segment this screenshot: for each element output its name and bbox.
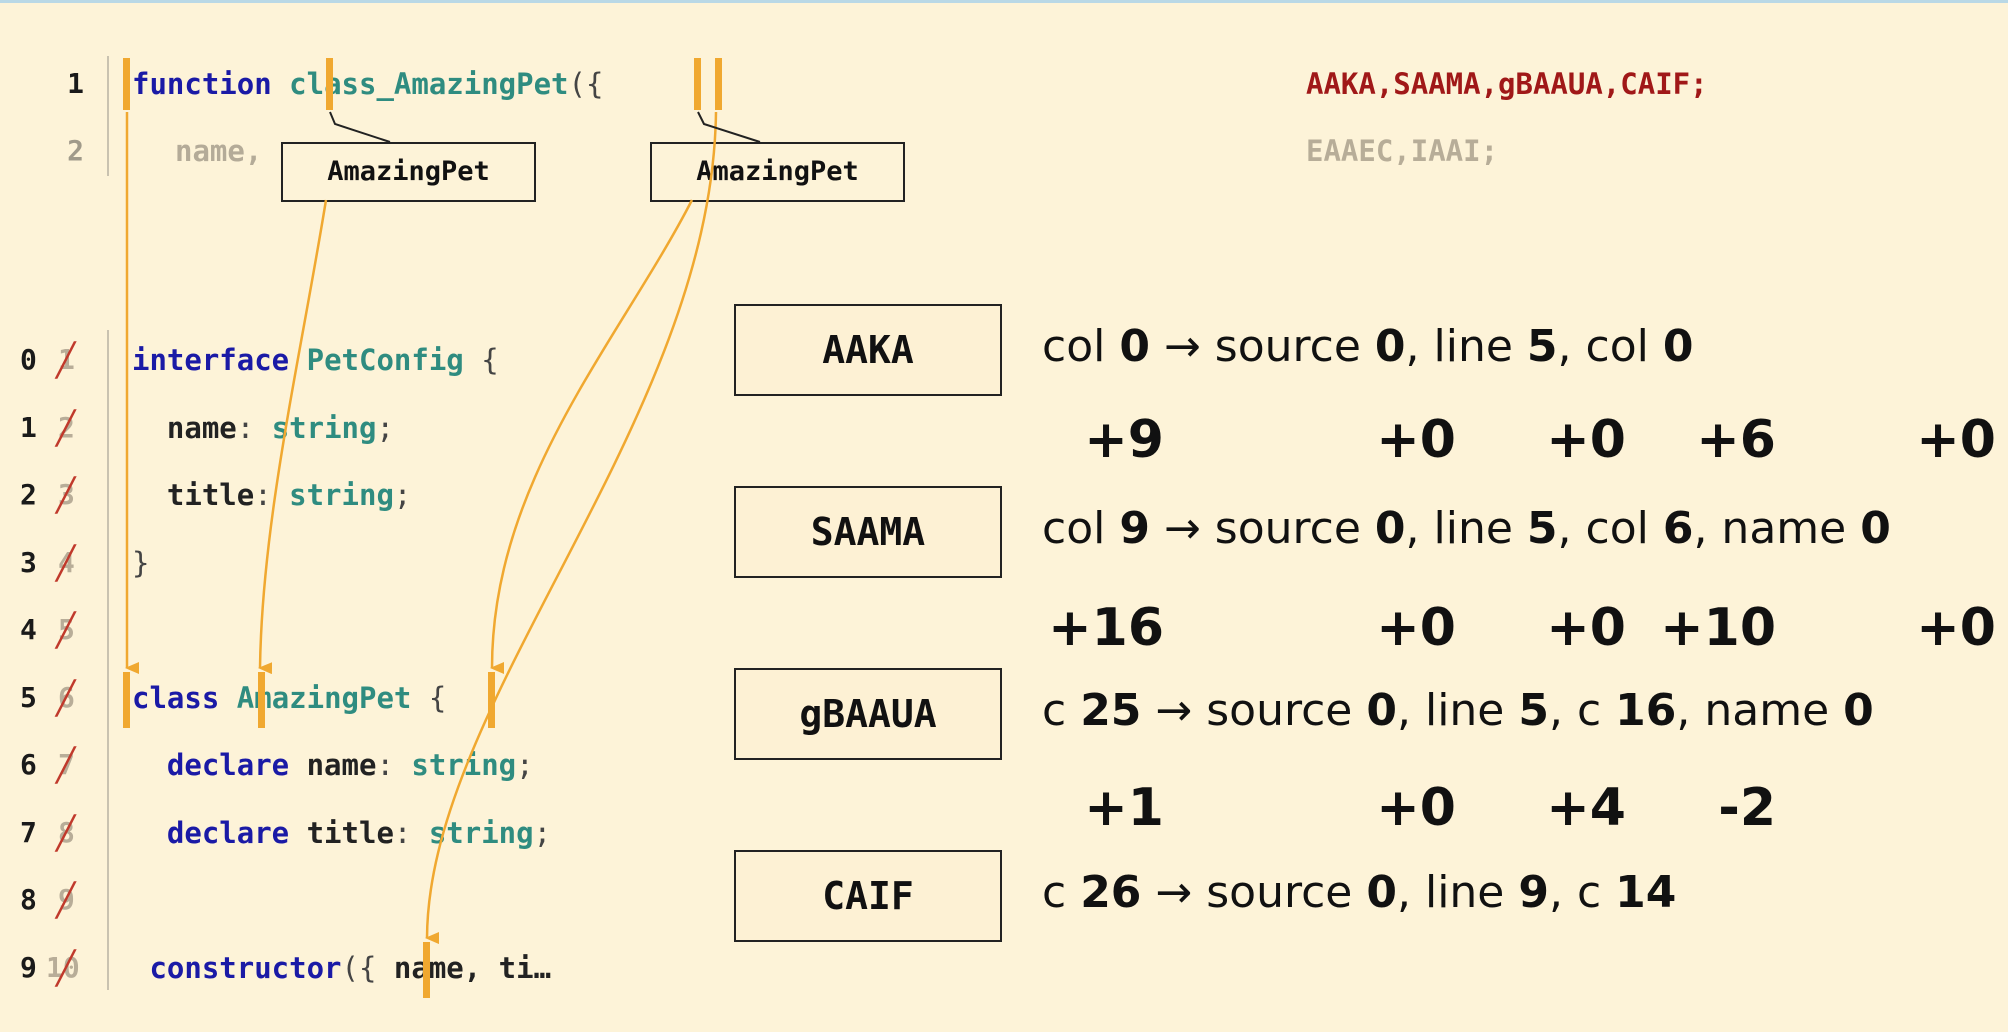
segment-decode-aaka: col 0 → source 0, line 5, col 0: [1042, 317, 1693, 377]
tooltip-pointer-2: [697, 111, 761, 143]
segment-box-caif: CAIF: [734, 850, 1002, 942]
decoded-label: , col: [1557, 503, 1663, 554]
decoded-label: , c: [1549, 867, 1616, 918]
delta-value: +16: [1048, 598, 1164, 658]
decoded-label: → source: [1141, 867, 1367, 918]
delta-value: +1: [1084, 778, 1164, 838]
delta-value: +0: [1376, 598, 1456, 658]
decoded-label: , line: [1397, 867, 1519, 918]
delta-value: +10: [1660, 598, 1776, 658]
decoded-value: 9: [1119, 503, 1150, 554]
delta-value: +0: [1546, 410, 1626, 470]
decoded-value: 6: [1662, 503, 1694, 554]
decoded-value: 5: [1526, 503, 1558, 554]
decoded-label: col: [1042, 321, 1120, 372]
decoded-value: 0: [1374, 503, 1406, 554]
delta-value: +0: [1916, 598, 1996, 658]
decoded-value: 0: [1366, 685, 1397, 736]
decoded-label: , col: [1557, 321, 1663, 372]
decoded-label: col: [1042, 503, 1120, 554]
delta-value: +9: [1084, 410, 1164, 470]
decoded-label: , name: [1676, 685, 1844, 736]
delta-value: +4: [1546, 778, 1626, 838]
decoded-value: 0: [1843, 685, 1874, 736]
segment-box-gbaaua: gBAAUA: [734, 668, 1002, 760]
delta-value: +6: [1696, 410, 1776, 470]
segment-decode-saama: col 9 → source 0, line 5, col 6, name 0: [1042, 499, 1891, 559]
decoded-value: 5: [1526, 321, 1558, 372]
tooltip-pointer-1: [329, 111, 391, 143]
decoded-value: 26: [1080, 867, 1142, 918]
decoded-label: , line: [1397, 685, 1519, 736]
delta-value: +0: [1546, 598, 1626, 658]
decoded-label: → source: [1149, 503, 1375, 554]
delta-value: +0: [1916, 410, 1996, 470]
decoded-label: c: [1042, 685, 1081, 736]
decoded-value: 5: [1518, 685, 1549, 736]
decoded-value: 9: [1518, 867, 1549, 918]
segment-box-saama: SAAMA: [734, 486, 1002, 578]
decoded-label: → source: [1141, 685, 1367, 736]
decoded-value: 25: [1080, 685, 1142, 736]
arrow-gbaaua: [490, 199, 694, 675]
decoded-value: 0: [1374, 321, 1406, 372]
segment-decode-caif: c 26 → source 0, line 9, c 14: [1042, 863, 1676, 923]
decoded-label: , c: [1549, 685, 1616, 736]
decoded-value: 0: [1366, 867, 1397, 918]
decoded-value: 14: [1615, 867, 1677, 918]
segment-box-aaka: AAKA: [734, 304, 1002, 396]
decoded-label: , line: [1405, 321, 1527, 372]
delta-value: +0: [1376, 778, 1456, 838]
decoded-label: , line: [1405, 503, 1527, 554]
decoded-value: 16: [1615, 685, 1677, 736]
decoded-label: , name: [1693, 503, 1861, 554]
arrow-saama: [258, 199, 328, 675]
decoded-label: → source: [1149, 321, 1375, 372]
segment-decode-gbaaua: c 25 → source 0, line 5, c 16, name 0: [1042, 681, 1874, 741]
delta-value: -2: [1718, 778, 1776, 838]
decoded-label: c: [1042, 867, 1081, 918]
decoded-value: 0: [1860, 503, 1891, 554]
delta-value: +0: [1376, 410, 1456, 470]
decoded-value: 0: [1662, 321, 1694, 372]
decoded-value: 0: [1119, 321, 1150, 372]
